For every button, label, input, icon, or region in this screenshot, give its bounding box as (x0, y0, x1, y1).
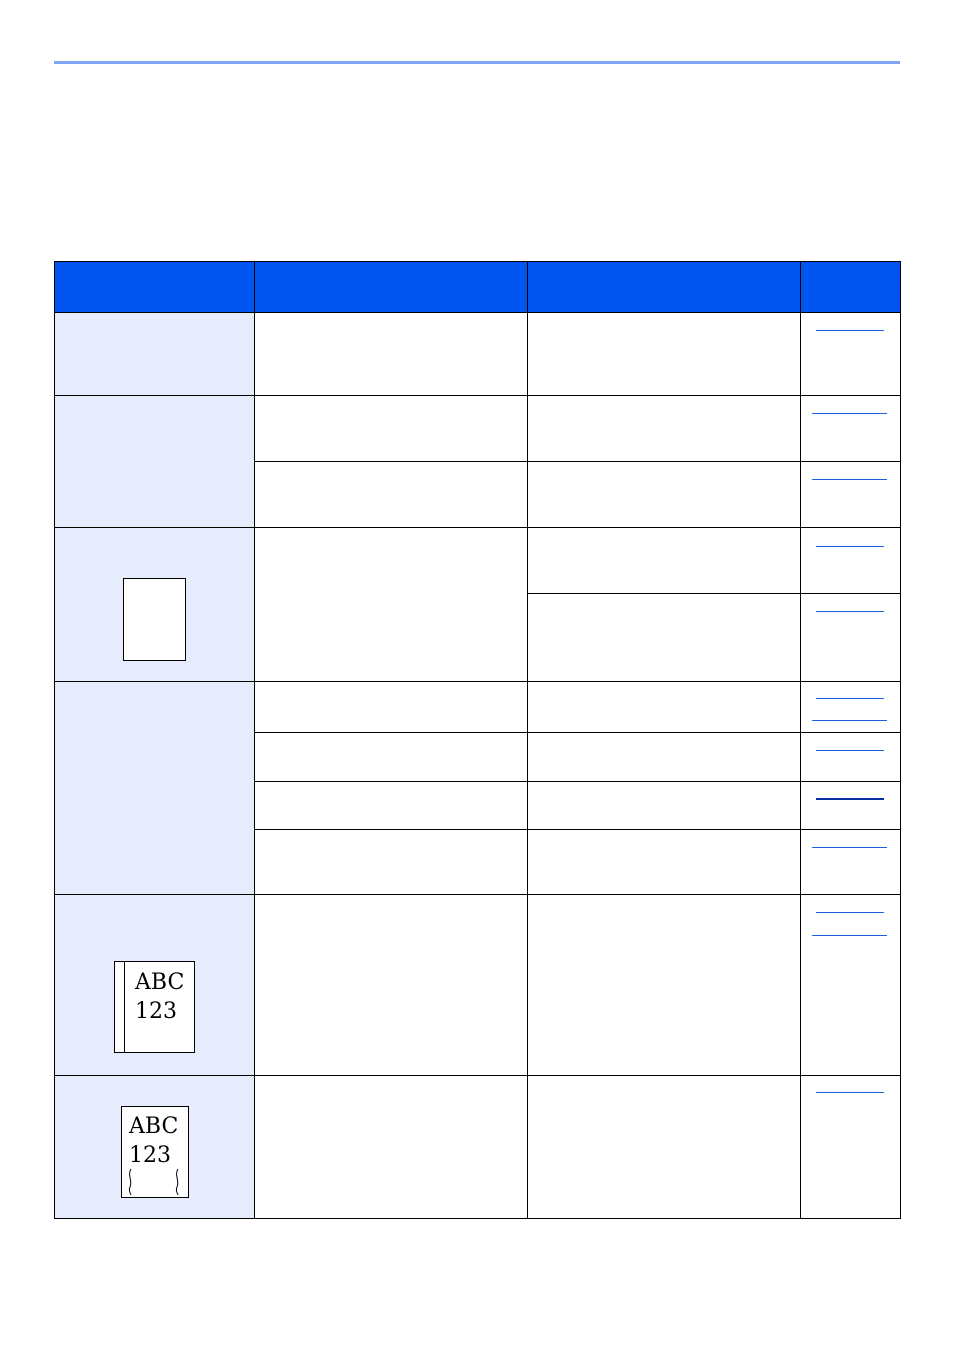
row-divider (54, 894, 901, 895)
header-cell-procedure (527, 261, 800, 312)
subrow-divider (254, 781, 901, 782)
header-cell-symptom (54, 261, 254, 312)
table-border-bottom (54, 1218, 901, 1219)
curled-page-icon: ABC 123 (121, 1106, 189, 1198)
reference-link[interactable] (812, 847, 887, 848)
subrow-divider (527, 593, 901, 594)
reference-link[interactable] (816, 798, 884, 800)
troubleshooting-table: ABC 123 ABC 123 (0, 0, 954, 1350)
reference-link[interactable] (812, 720, 887, 721)
row-divider (54, 1075, 901, 1076)
reference-link[interactable] (816, 611, 884, 612)
binding-offset-page-icon: ABC 123 (114, 961, 195, 1053)
table-border-top (54, 261, 901, 262)
symptom-cell-4 (54, 681, 254, 894)
row-divider (54, 395, 901, 396)
symptom-cell-2 (54, 395, 254, 527)
row-divider (54, 312, 901, 313)
sample-text-line-2: 123 (135, 999, 177, 1024)
sample-text-line-1: ABC (129, 1114, 179, 1139)
reference-link[interactable] (816, 912, 884, 913)
sample-text-line-2: 123 (129, 1143, 171, 1168)
reference-link[interactable] (812, 935, 887, 936)
row-divider (54, 681, 901, 682)
subrow-divider (254, 732, 901, 733)
curl-marks-icon (128, 1168, 179, 1196)
reference-link[interactable] (816, 1092, 884, 1093)
row-divider (54, 527, 901, 528)
reference-link[interactable] (816, 750, 884, 751)
header-cell-reference (800, 261, 900, 312)
reference-link[interactable] (812, 479, 887, 480)
subrow-divider (254, 829, 901, 830)
binding-margin-line (124, 962, 125, 1052)
blank-page-icon (123, 578, 186, 661)
reference-link[interactable] (812, 413, 887, 414)
symptom-cell-1 (54, 312, 254, 395)
reference-link[interactable] (816, 330, 884, 331)
sample-text-line-1: ABC (135, 970, 185, 995)
reference-link[interactable] (816, 698, 884, 699)
reference-link[interactable] (816, 546, 884, 547)
header-cell-checkpoints (254, 261, 527, 312)
subrow-divider (254, 461, 901, 462)
